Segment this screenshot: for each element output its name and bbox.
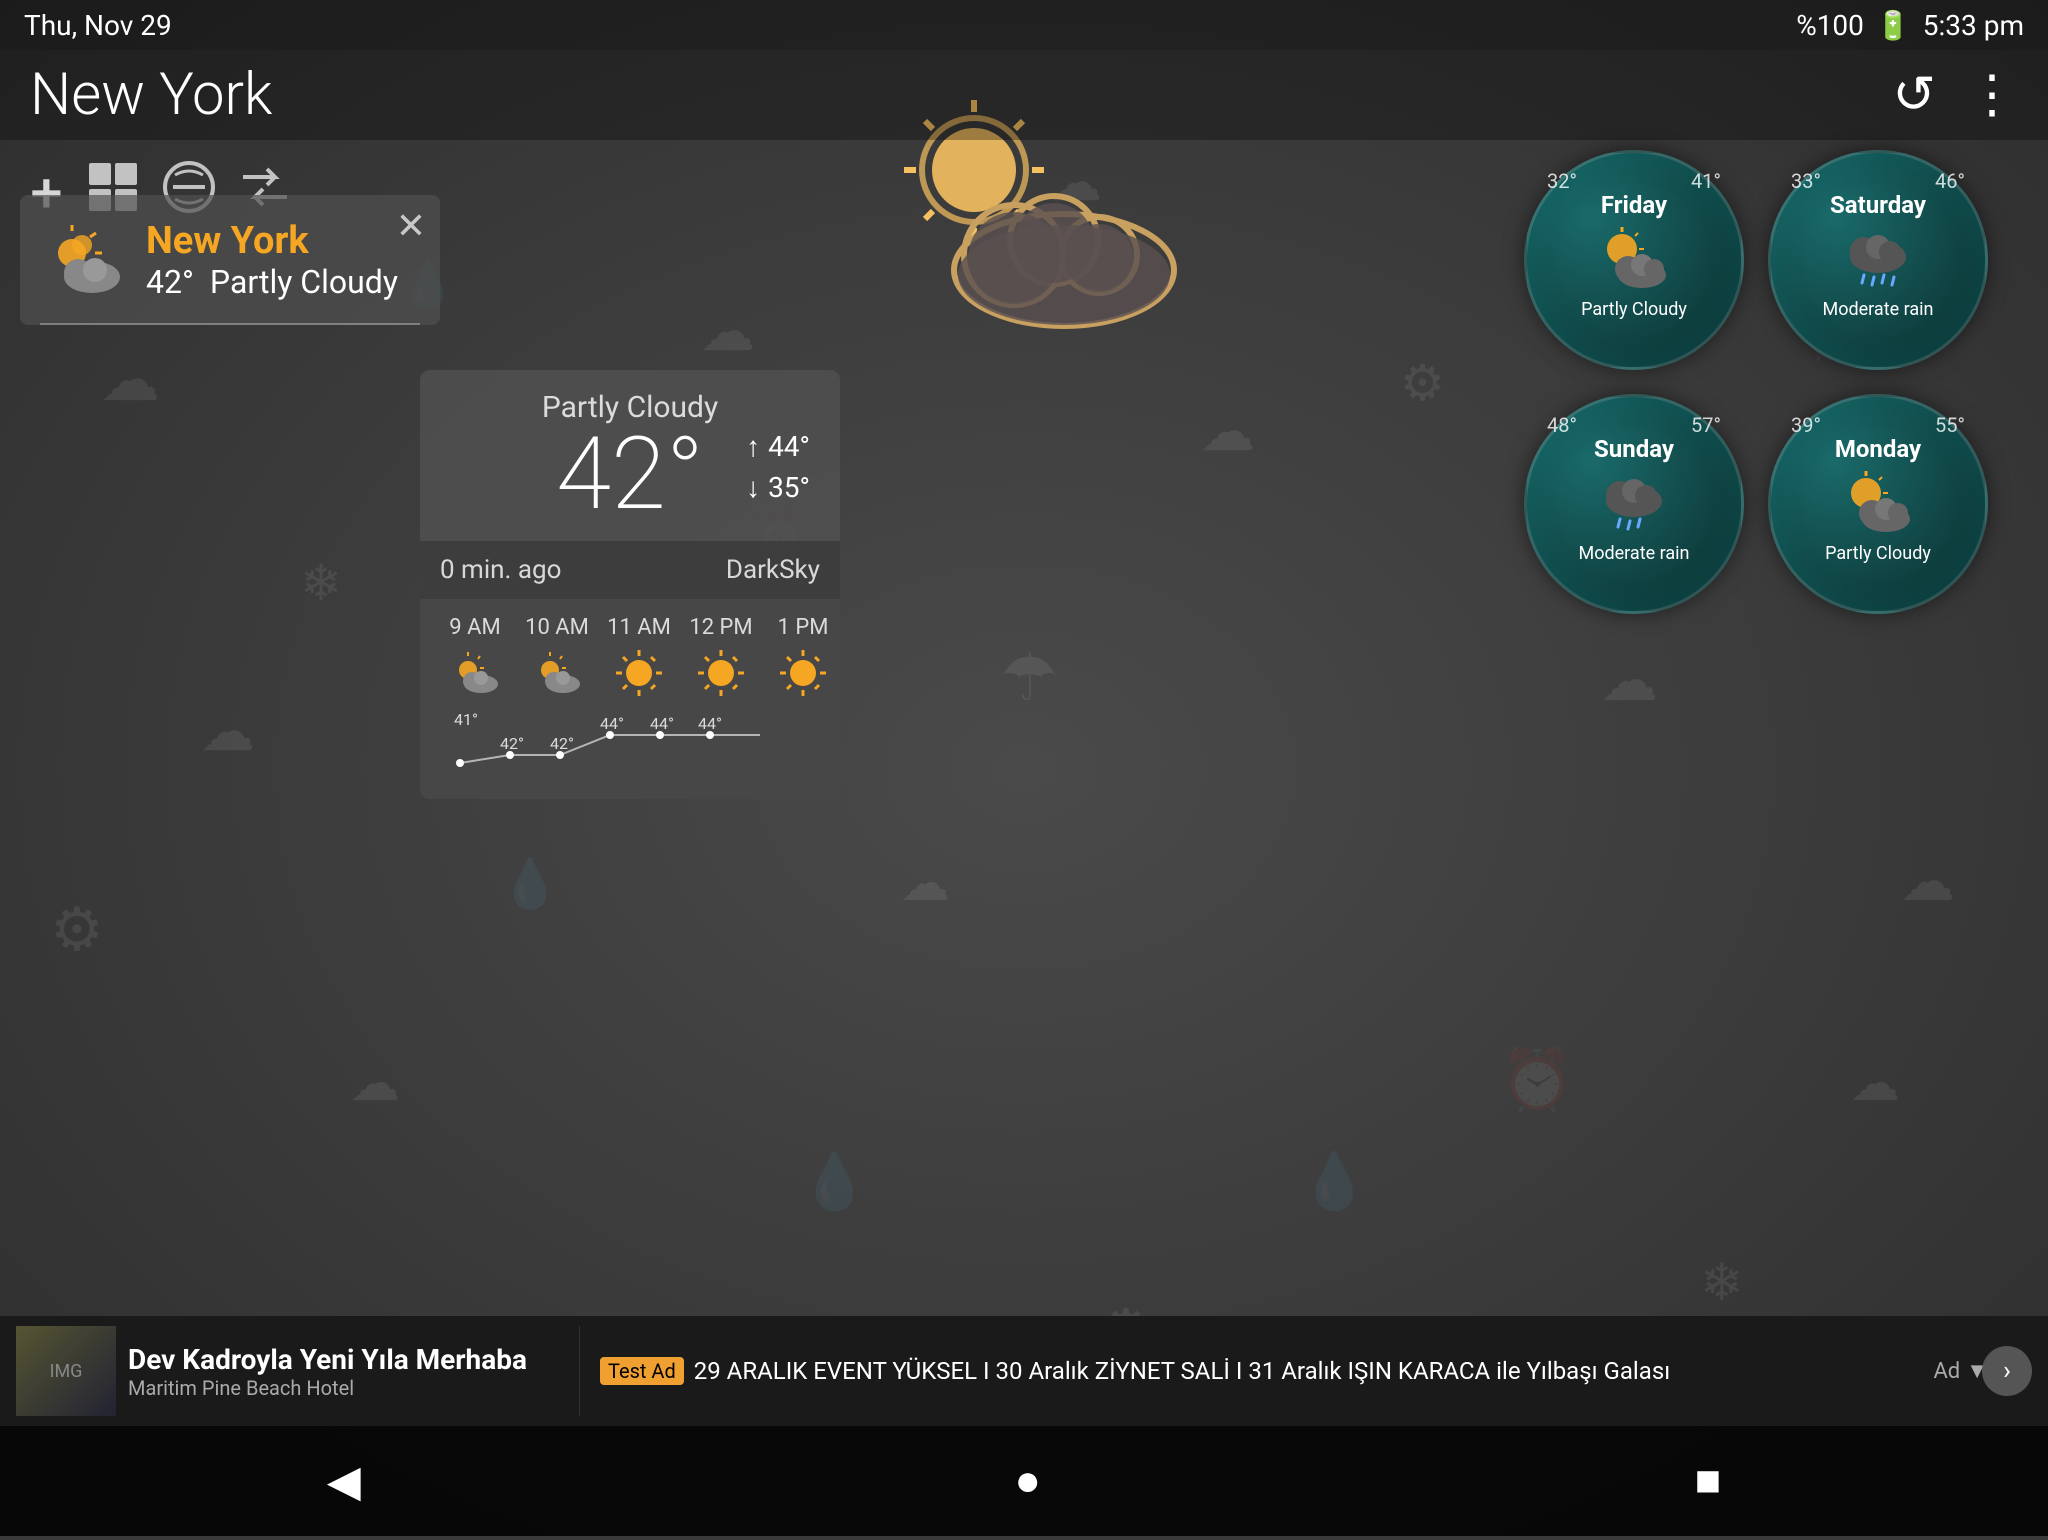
svg-text:42°: 42° bbox=[500, 734, 524, 753]
day-lo: 32° bbox=[1547, 169, 1577, 193]
ad-text: 29 ARALIK EVENT YÜKSEL I 30 Aralık ZİYNE… bbox=[694, 1357, 2028, 1385]
svg-text:44°: 44° bbox=[650, 714, 674, 733]
page-title: New York bbox=[30, 61, 272, 129]
forecast-card: Partly Cloudy 42° ↑ 44° ↓ 35° 0 min. ago… bbox=[420, 370, 840, 799]
menu-button[interactable]: ⋮ bbox=[1966, 65, 2018, 125]
day-condition: Partly Cloudy bbox=[1581, 299, 1687, 320]
svg-text:41°: 41° bbox=[454, 710, 478, 729]
ad-next-button[interactable]: › bbox=[1982, 1346, 2032, 1396]
day-forecast-grid: 32° 41° Friday Partly Cloudy 33° 46° Sat… bbox=[1524, 150, 1988, 614]
ad-subtitle: Maritim Pine Beach Hotel bbox=[128, 1376, 527, 1400]
ad-title: Dev Kadroyla Yeni Yıla Merhaba bbox=[128, 1343, 527, 1376]
current-temp: 42° bbox=[146, 263, 194, 301]
battery-level: %100 bbox=[1796, 9, 1864, 42]
day-hi: 57° bbox=[1691, 413, 1721, 437]
day-hi: 46° bbox=[1935, 169, 1965, 193]
back-button[interactable]: ◀ bbox=[327, 1456, 361, 1507]
day-hi: 55° bbox=[1935, 413, 1965, 437]
status-time: 5:33 pm bbox=[1923, 9, 2024, 42]
day-condition: Partly Cloudy bbox=[1825, 543, 1931, 564]
day-lo: 39° bbox=[1791, 413, 1821, 437]
status-date: Thu, Nov 29 bbox=[24, 9, 172, 42]
temp-graph: 41° 42° 42° 44° 44° 44° bbox=[440, 705, 820, 775]
current-weather-card: ✕ New York 42° Partly Cloudy bbox=[20, 195, 440, 325]
header: New York ↺ ⋮ bbox=[0, 50, 2048, 140]
day-lo: 33° bbox=[1791, 169, 1821, 193]
day-forecast-circle: 39° 55° Monday Partly Cloudy bbox=[1768, 394, 1988, 614]
day-forecast-circle: 32° 41° Friday Partly Cloudy bbox=[1524, 150, 1744, 370]
day-name: Sunday bbox=[1594, 435, 1674, 463]
hourly-item: 9 AM bbox=[440, 615, 510, 701]
city-name: New York bbox=[146, 219, 398, 263]
test-ad-badge: Test Ad bbox=[600, 1357, 684, 1385]
ad-image: IMG bbox=[16, 1326, 116, 1416]
hourly-item: 11 AM bbox=[604, 615, 674, 701]
current-condition: Partly Cloudy bbox=[210, 263, 398, 301]
svg-text:42°: 42° bbox=[550, 734, 574, 753]
day-lo: 48° bbox=[1547, 413, 1577, 437]
battery-icon: 🔋 bbox=[1876, 9, 1911, 42]
day-name: Friday bbox=[1601, 191, 1667, 219]
up-arrow: ↑ bbox=[746, 430, 760, 463]
ad-bar: IMG Dev Kadroyla Yeni Yıla Merhaba Marit… bbox=[0, 1316, 2048, 1426]
day-hi: 41° bbox=[1691, 169, 1721, 193]
hourly-item: 12 PM bbox=[686, 615, 756, 701]
current-weather-icon bbox=[40, 215, 130, 305]
down-arrow: ↓ bbox=[746, 471, 760, 504]
high-temp: 44° bbox=[768, 430, 810, 463]
hourly-item: 1 PM bbox=[768, 615, 838, 701]
day-name: Monday bbox=[1835, 435, 1921, 463]
svg-text:44°: 44° bbox=[698, 714, 722, 733]
low-temp: 35° bbox=[768, 471, 810, 504]
day-condition: Moderate rain bbox=[1823, 299, 1934, 320]
status-bar: Thu, Nov 29 %100 🔋 5:33 pm bbox=[0, 0, 2048, 50]
forecast-source-bar: 0 min. ago DarkSky bbox=[420, 541, 840, 599]
recent-button[interactable]: ■ bbox=[1695, 1456, 1722, 1506]
forecast-minmax: ↑ 44° ↓ 35° bbox=[746, 430, 810, 504]
hourly-section: 9 AM 10 AM 11 AM bbox=[420, 599, 840, 799]
svg-text:44°: 44° bbox=[600, 714, 624, 733]
source: DarkSky bbox=[726, 555, 820, 585]
day-forecast-circle: 48° 57° Sunday Moderate rain bbox=[1524, 394, 1744, 614]
bottom-nav: ◀ ● ■ bbox=[0, 1426, 2048, 1536]
time-ago: 0 min. ago bbox=[440, 555, 561, 585]
day-condition: Moderate rain bbox=[1579, 543, 1690, 564]
day-forecast-circle: 33° 46° Saturday Moderate rain bbox=[1768, 150, 1988, 370]
hourly-item: 10 AM bbox=[522, 615, 592, 701]
refresh-button[interactable]: ↺ bbox=[1892, 65, 1936, 125]
day-name: Saturday bbox=[1830, 191, 1926, 219]
ad-label: Ad ▼ bbox=[1933, 1358, 1988, 1384]
home-button[interactable]: ● bbox=[1014, 1456, 1041, 1506]
close-button[interactable]: ✕ bbox=[396, 205, 426, 247]
